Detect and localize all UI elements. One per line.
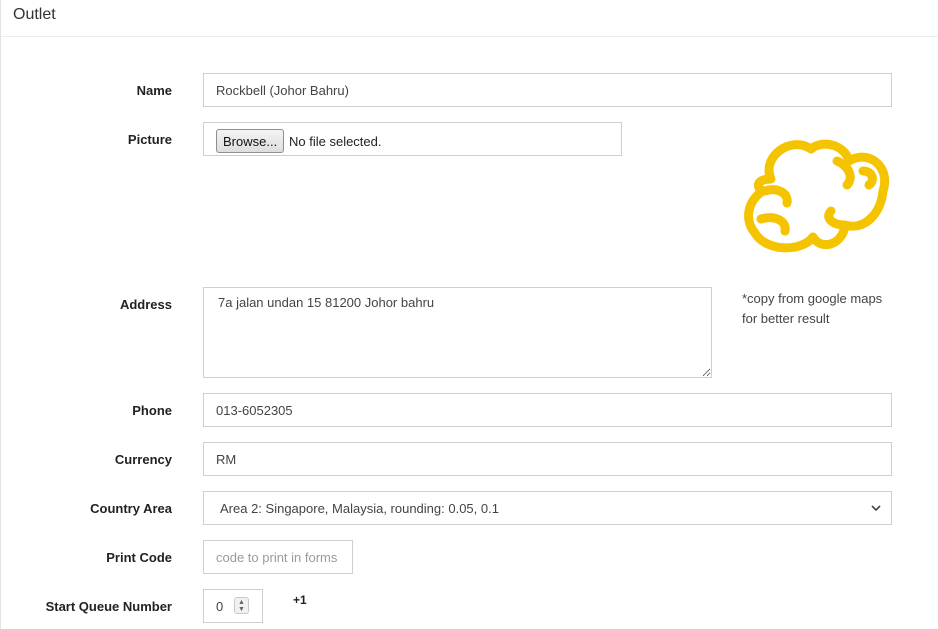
chevron-down-icon: [871, 501, 881, 515]
address-label: Address: [119, 297, 172, 312]
picture-file-input[interactable]: Browse... No file selected.: [203, 122, 622, 156]
start-queue-number-input[interactable]: 0 ▲ ▼: [203, 589, 263, 623]
name-input[interactable]: Rockbell (Johor Bahru): [203, 73, 892, 107]
number-stepper[interactable]: ▲ ▼: [234, 597, 249, 614]
panel-heading: Outlet: [1, 0, 938, 37]
address-textarea[interactable]: 7a jalan undan 15 81200 Johor bahru: [203, 287, 712, 378]
cloud-doodle-logo: [744, 139, 890, 253]
address-hint-line1: *copy from google maps: [742, 291, 883, 306]
outlet-panel: Outlet Name Rockbell (Johor Bahru) Pictu…: [0, 0, 938, 629]
currency-input-value: RM: [216, 451, 237, 467]
print-code-label: Print Code: [106, 550, 172, 565]
start-queue-label: Start Queue Number: [45, 599, 172, 614]
address-hint: *copy from google maps for better result: [742, 289, 902, 329]
stepper-up-icon[interactable]: ▲: [238, 599, 245, 606]
phone-input[interactable]: 013-6052305: [203, 393, 892, 427]
print-code-placeholder: code to print in forms: [216, 549, 338, 565]
stepper-down-icon[interactable]: ▼: [238, 606, 245, 613]
browse-button[interactable]: Browse...: [216, 129, 285, 153]
start-queue-value: 0: [216, 598, 224, 614]
increment-label: +1: [293, 593, 307, 607]
file-status-text: No file selected.: [289, 134, 382, 149]
phone-input-value: 013-6052305: [216, 402, 293, 418]
name-label: Name: [136, 83, 172, 98]
address-hint-line2: for better result: [742, 311, 830, 326]
country-area-select[interactable]: Area 2: Singapore, Malaysia, rounding: 0…: [203, 491, 892, 525]
currency-input[interactable]: RM: [203, 442, 892, 476]
country-area-selected-value: Area 2: Singapore, Malaysia, rounding: 0…: [220, 500, 499, 516]
print-code-input[interactable]: code to print in forms: [203, 540, 353, 574]
panel-title: Outlet: [13, 6, 56, 23]
picture-label: Picture: [127, 132, 172, 147]
currency-label: Currency: [114, 452, 172, 467]
phone-label: Phone: [132, 403, 172, 418]
name-input-value: Rockbell (Johor Bahru): [216, 82, 349, 98]
country-area-label: Country Area: [90, 501, 172, 516]
